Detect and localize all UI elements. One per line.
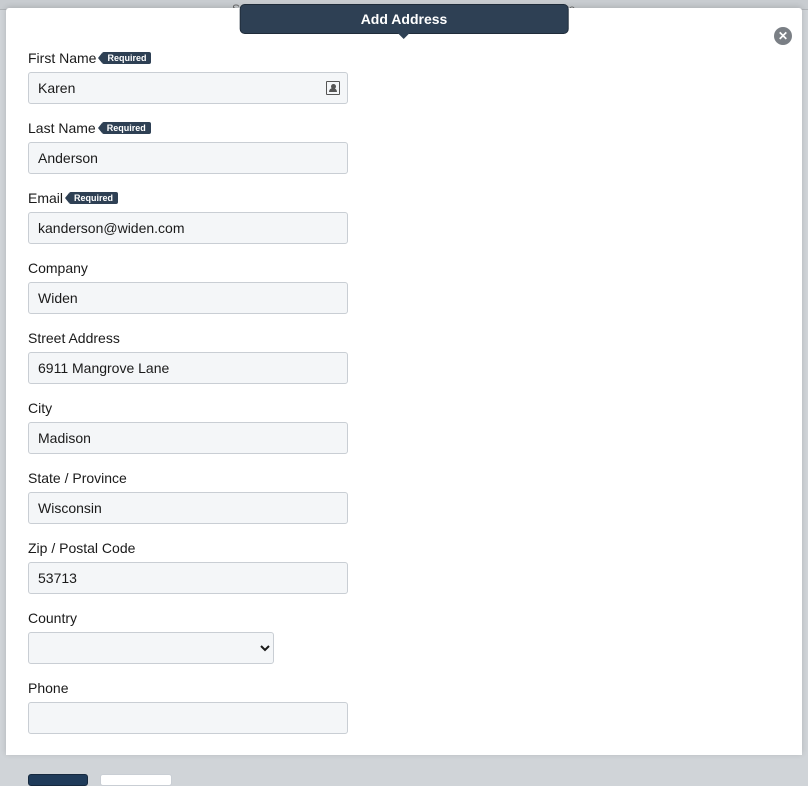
- field-city: City: [28, 400, 780, 454]
- country-select[interactable]: [28, 632, 274, 664]
- required-badge: Required: [102, 52, 151, 64]
- last-name-input[interactable]: [28, 142, 348, 174]
- required-badge: Required: [69, 192, 118, 204]
- required-badge: Required: [102, 122, 151, 134]
- city-label: City: [28, 400, 52, 416]
- email-label: Email: [28, 190, 63, 206]
- phone-label: Phone: [28, 680, 68, 696]
- field-country: Country: [28, 610, 780, 664]
- add-address-modal: Add Address ✕ First Name Required Last N…: [6, 8, 802, 755]
- email-input[interactable]: [28, 212, 348, 244]
- city-input[interactable]: [28, 422, 348, 454]
- first-name-label: First Name: [28, 50, 96, 66]
- modal-title: Add Address: [240, 4, 569, 34]
- field-email: Email Required: [28, 190, 780, 244]
- submit-button[interactable]: [28, 774, 88, 786]
- address-form: First Name Required Last Name Required E…: [6, 8, 802, 760]
- zip-label: Zip / Postal Code: [28, 540, 135, 556]
- last-name-label: Last Name: [28, 120, 96, 136]
- field-last-name: Last Name Required: [28, 120, 780, 174]
- first-name-input[interactable]: [28, 72, 348, 104]
- state-input[interactable]: [28, 492, 348, 524]
- cancel-button[interactable]: [100, 774, 172, 786]
- field-street: Street Address: [28, 330, 780, 384]
- field-zip: Zip / Postal Code: [28, 540, 780, 594]
- button-row: [6, 760, 802, 786]
- state-label: State / Province: [28, 470, 127, 486]
- company-label: Company: [28, 260, 88, 276]
- phone-input[interactable]: [28, 702, 348, 734]
- zip-input[interactable]: [28, 562, 348, 594]
- field-state: State / Province: [28, 470, 780, 524]
- field-phone: Phone: [28, 680, 780, 734]
- street-input[interactable]: [28, 352, 348, 384]
- field-company: Company: [28, 260, 780, 314]
- field-first-name: First Name Required: [28, 50, 780, 104]
- company-input[interactable]: [28, 282, 348, 314]
- close-icon[interactable]: ✕: [774, 27, 792, 45]
- street-label: Street Address: [28, 330, 120, 346]
- country-label: Country: [28, 610, 77, 626]
